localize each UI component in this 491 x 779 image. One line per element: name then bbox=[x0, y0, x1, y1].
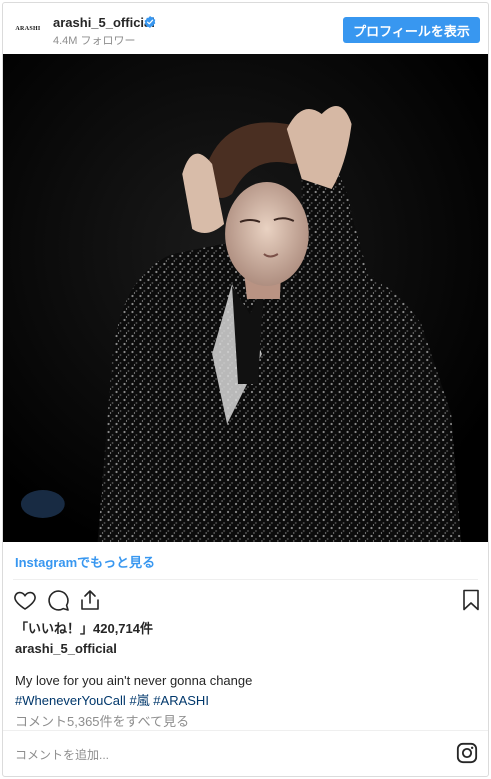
view-more-on-instagram-link[interactable]: Instagramでもっと見る bbox=[15, 552, 155, 571]
comment-icon bbox=[48, 590, 69, 611]
share-icon bbox=[81, 590, 99, 610]
username-link[interactable]: arashi_5_official bbox=[53, 15, 155, 30]
divider bbox=[13, 579, 478, 580]
view-all-comments-link[interactable]: コメント5,365件をすべて見る bbox=[15, 711, 189, 730]
post-header: ARASHI arashi_5_official 4.4M フォロワー プロフィ… bbox=[3, 3, 488, 55]
like-count[interactable]: 「いいね！」420,714件 bbox=[15, 618, 153, 637]
follower-count: 4.4M フォロワー bbox=[53, 35, 136, 47]
hashtag-link[interactable]: #ARASHI bbox=[153, 693, 209, 708]
view-profile-button[interactable]: プロフィールを表示 bbox=[343, 17, 480, 43]
avatar-logo-text: ARASHI bbox=[15, 26, 41, 32]
bookmark-icon bbox=[463, 589, 479, 611]
caption-username[interactable]: arashi_5_official bbox=[15, 641, 117, 656]
instagram-embed-card: ARASHI arashi_5_official 4.4M フォロワー プロフィ… bbox=[2, 2, 489, 777]
instagram-logo-icon[interactable] bbox=[456, 742, 478, 764]
comment-bar: コメントを追加... bbox=[3, 730, 488, 776]
comment-button[interactable] bbox=[46, 588, 70, 612]
post-photo[interactable] bbox=[3, 54, 488, 542]
hashtag-link[interactable]: #嵐 bbox=[129, 693, 149, 708]
hashtag-list: #WheneverYouCall #嵐 #ARASHI bbox=[15, 690, 209, 709]
like-button[interactable] bbox=[13, 588, 37, 612]
avatar[interactable]: ARASHI bbox=[13, 14, 43, 44]
bookmark-button[interactable] bbox=[459, 588, 483, 612]
share-button[interactable] bbox=[78, 588, 102, 612]
action-bar bbox=[3, 585, 488, 615]
caption-text: My love for you ain't never gonna change bbox=[15, 673, 253, 688]
verified-badge-icon bbox=[144, 16, 156, 28]
heart-icon bbox=[14, 591, 36, 610]
add-comment-input[interactable]: コメントを追加... bbox=[15, 746, 109, 763]
hashtag-link[interactable]: #WheneverYouCall bbox=[15, 693, 126, 708]
performer-photo-illustration bbox=[3, 54, 488, 542]
